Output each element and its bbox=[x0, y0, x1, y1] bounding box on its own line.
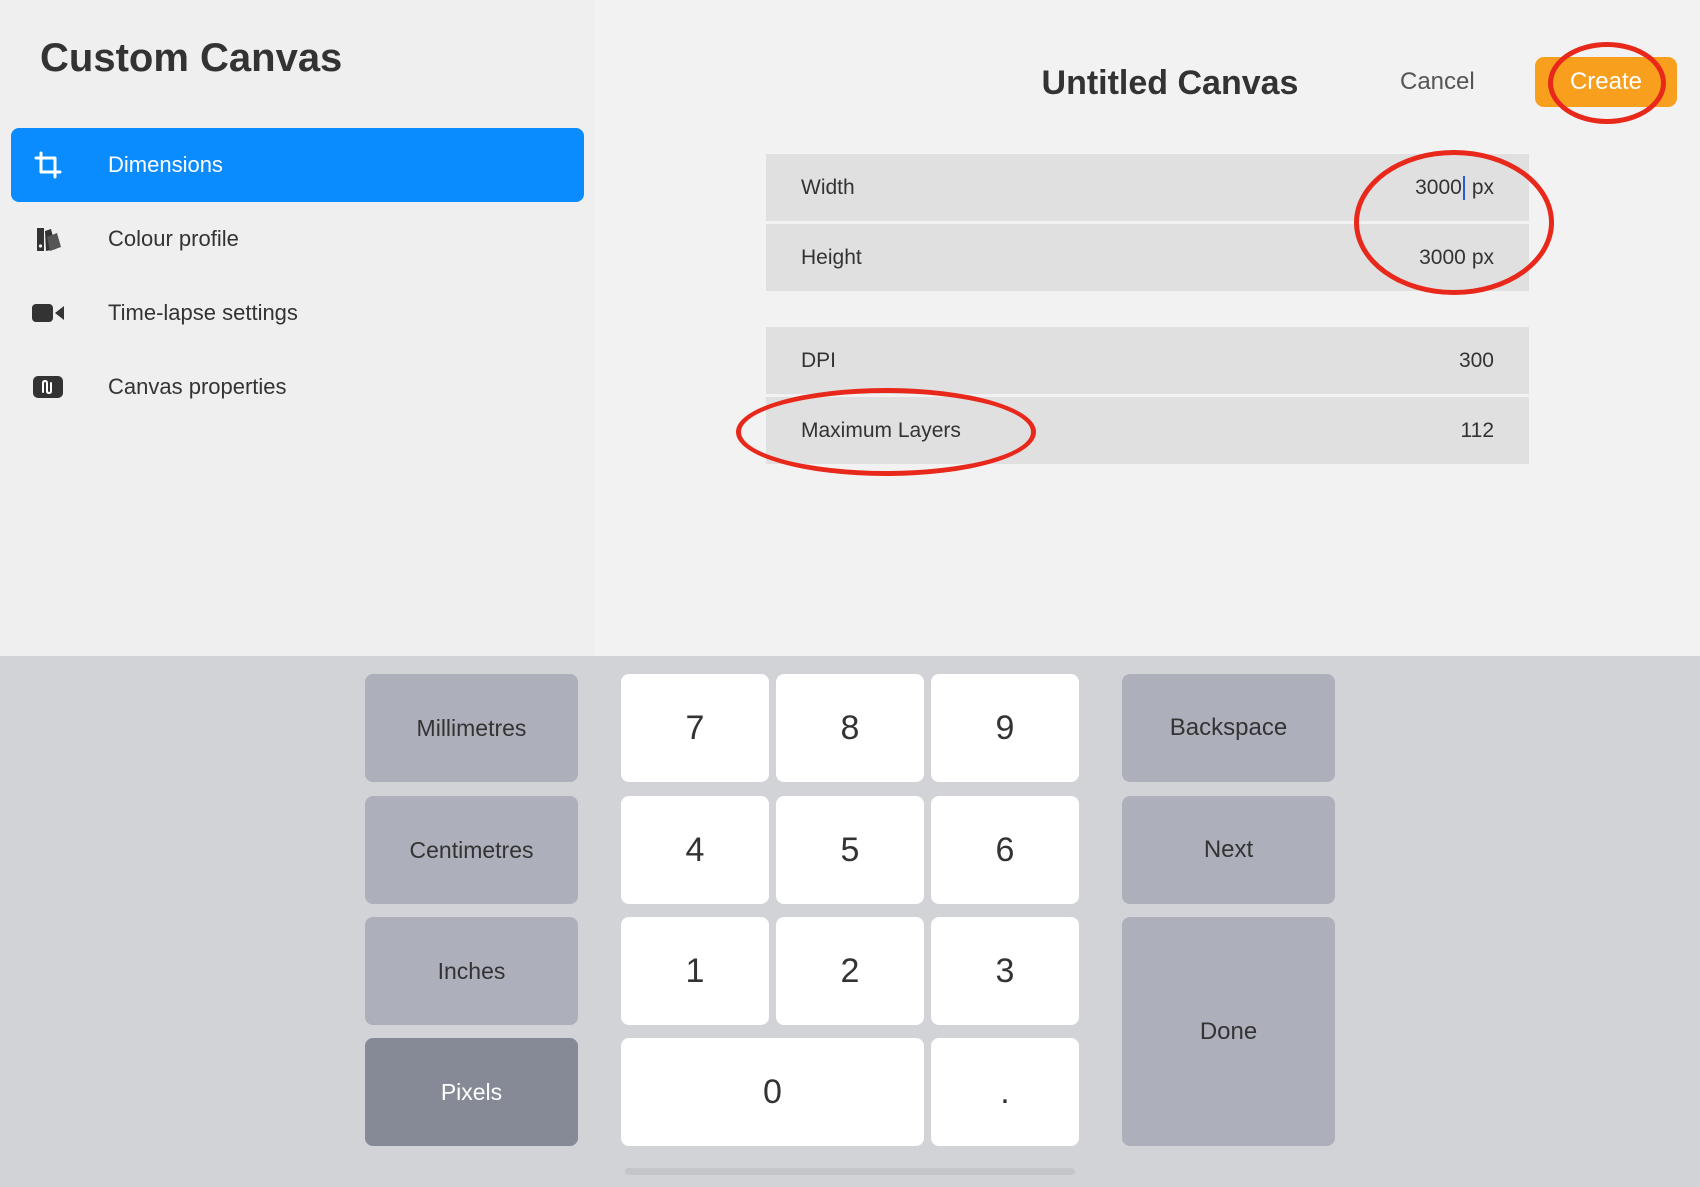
cancel-button[interactable]: Cancel bbox=[1400, 68, 1475, 96]
sidebar-title: Custom Canvas bbox=[40, 36, 343, 80]
height-unit: px bbox=[1471, 245, 1494, 269]
sidebar-item-dimensions[interactable]: Dimensions bbox=[11, 128, 584, 202]
width-value: 3000 px bbox=[1415, 175, 1494, 200]
key-7[interactable]: 7 bbox=[621, 674, 769, 782]
sidebar: Custom Canvas Dimensions Colour profile bbox=[0, 0, 595, 656]
canvas-properties-icon bbox=[31, 370, 65, 404]
key-3[interactable]: 3 bbox=[931, 917, 1079, 1025]
sidebar-item-canvas-properties[interactable]: Canvas properties bbox=[11, 350, 584, 424]
max-layers-value: 112 bbox=[1460, 418, 1494, 442]
max-layers-field: Maximum Layers 112 bbox=[766, 397, 1529, 464]
sidebar-item-label: Colour profile bbox=[108, 226, 239, 251]
home-indicator bbox=[625, 1168, 1075, 1175]
backspace-key[interactable]: Backspace bbox=[1122, 674, 1335, 782]
key-9[interactable]: 9 bbox=[931, 674, 1079, 782]
unit-key-millimetres[interactable]: Millimetres bbox=[365, 674, 578, 782]
height-number: 3000 bbox=[1419, 245, 1466, 269]
max-layers-label: Maximum Layers bbox=[801, 418, 961, 442]
text-cursor bbox=[1462, 175, 1465, 200]
crop-icon bbox=[31, 148, 65, 182]
key-1[interactable]: 1 bbox=[621, 917, 769, 1025]
width-label: Width bbox=[801, 175, 855, 199]
dpi-field[interactable]: DPI 300 bbox=[766, 327, 1529, 394]
height-value: 3000 px bbox=[1419, 246, 1494, 270]
sidebar-item-time-lapse[interactable]: Time-lapse settings bbox=[11, 276, 584, 350]
sidebar-item-label: Dimensions bbox=[108, 152, 223, 177]
key-8[interactable]: 8 bbox=[776, 674, 924, 782]
colour-swatch-icon bbox=[31, 222, 65, 256]
dpi-label: DPI bbox=[801, 348, 837, 372]
unit-key-pixels[interactable]: Pixels bbox=[365, 1038, 578, 1146]
width-unit: px bbox=[1471, 175, 1494, 199]
sidebar-item-colour-profile[interactable]: Colour profile bbox=[11, 202, 584, 276]
key-decimal-point[interactable]: . bbox=[931, 1038, 1079, 1146]
key-6[interactable]: 6 bbox=[931, 796, 1079, 904]
unit-key-centimetres[interactable]: Centimetres bbox=[365, 796, 578, 904]
numeric-keyboard: Millimetres Centimetres Inches Pixels 7 … bbox=[0, 656, 1700, 1187]
key-4[interactable]: 4 bbox=[621, 796, 769, 904]
sidebar-item-label: Time-lapse settings bbox=[108, 300, 298, 325]
next-key[interactable]: Next bbox=[1122, 796, 1335, 904]
canvas-settings-panel: Untitled Canvas Cancel Create Width 3000… bbox=[595, 0, 1700, 656]
create-button[interactable]: Create bbox=[1535, 57, 1677, 107]
canvas-title: Untitled Canvas bbox=[1041, 64, 1299, 102]
width-field[interactable]: Width 3000 px bbox=[766, 154, 1529, 221]
sidebar-item-label: Canvas properties bbox=[108, 374, 287, 399]
key-0[interactable]: 0 bbox=[621, 1038, 924, 1146]
dpi-value: 300 bbox=[1458, 348, 1494, 372]
height-field[interactable]: Height 3000 px bbox=[766, 224, 1529, 291]
key-2[interactable]: 2 bbox=[776, 917, 924, 1025]
height-label: Height bbox=[801, 245, 862, 269]
video-camera-icon bbox=[31, 296, 65, 330]
width-number: 3000 bbox=[1415, 175, 1462, 199]
unit-key-inches[interactable]: Inches bbox=[365, 917, 578, 1025]
key-5[interactable]: 5 bbox=[776, 796, 924, 904]
done-key[interactable]: Done bbox=[1122, 917, 1335, 1146]
